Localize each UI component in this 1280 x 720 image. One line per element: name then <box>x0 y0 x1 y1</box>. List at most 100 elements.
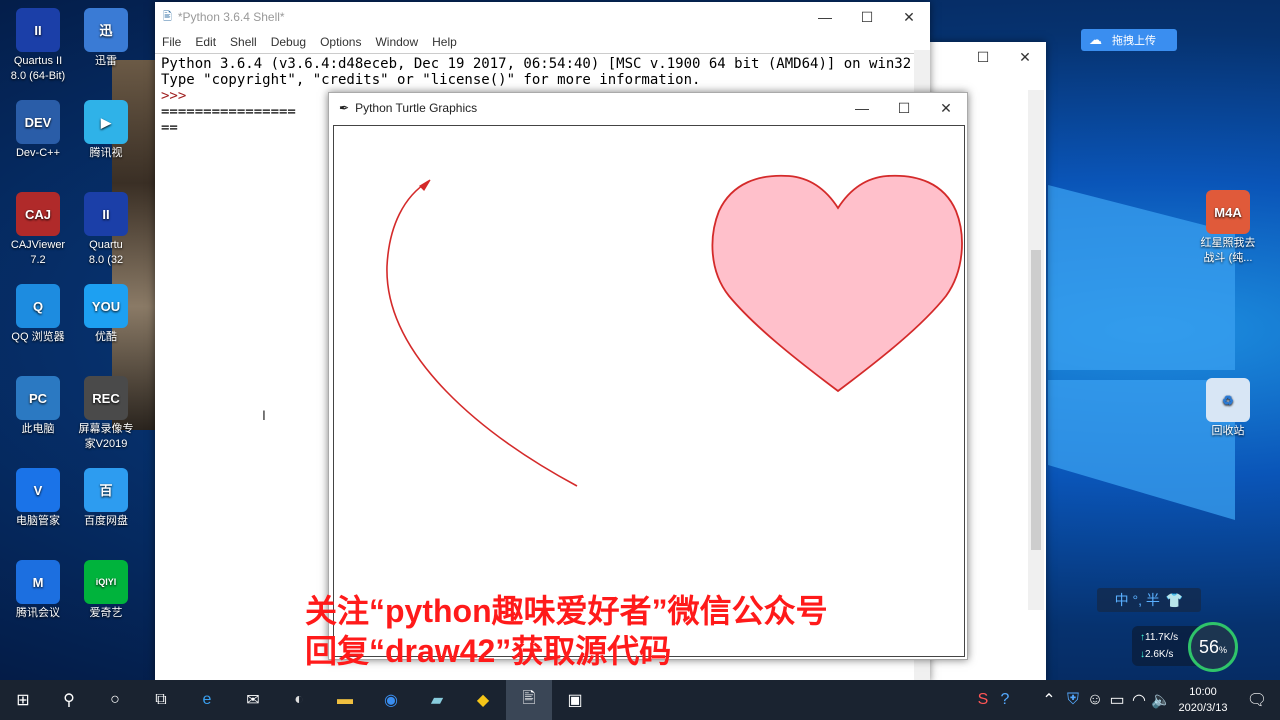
help-icon[interactable]: ? <box>994 680 1016 720</box>
search-icon[interactable]: ⚲ <box>46 680 92 720</box>
desktop-icon-label: Dev-C++ <box>15 147 61 159</box>
caption-line-2: 回复“draw42”获取源代码 <box>305 633 672 669</box>
menu-item-help[interactable]: Help <box>425 35 464 49</box>
desktop-icon[interactable]: M4A 红星照我去战斗 (纯... <box>1190 190 1266 266</box>
app-icon: II <box>16 8 60 52</box>
desktop-icon-label: Quartu <box>89 239 123 251</box>
windows-start-icon[interactable]: ⊞ <box>0 680 46 720</box>
desktop-icon[interactable]: CAJ CAJViewer 7.2 <box>0 192 76 268</box>
minimize-icon[interactable]: — <box>841 93 883 123</box>
desktop-icon-label-2: 7.2 <box>30 254 46 266</box>
desktop-icon[interactable]: M 腾讯会议 <box>0 560 76 621</box>
desktop-icon[interactable]: REC 屏幕录像专 家V2019 <box>68 376 144 452</box>
minimize-icon[interactable]: — <box>804 2 846 32</box>
desktop-icon[interactable]: 百百度网盘 <box>68 468 144 529</box>
close-icon[interactable]: ✕ <box>1004 42 1046 72</box>
app-icon: ▶ <box>84 100 128 144</box>
desktop-icon-label-2: 8.0 (32 <box>88 254 124 266</box>
menu-item-options[interactable]: Options <box>313 35 368 49</box>
desktop-icon-label: Quartus II <box>13 55 63 67</box>
volume-icon[interactable]: 🔈 <box>1150 680 1172 720</box>
desktop-icon-label: 电脑管家 <box>16 515 60 527</box>
chevron-up-icon[interactable]: ⌃ <box>1036 680 1062 720</box>
scrollbar-thumb[interactable] <box>1031 250 1041 550</box>
task-view-icon[interactable]: ⧉ <box>138 680 184 720</box>
close-icon[interactable]: ✕ <box>925 93 967 123</box>
app-icon: PC <box>16 376 60 420</box>
python-taskbar-icon[interactable]: 🖹 <box>506 680 552 720</box>
qq-icon[interactable]: ☺ <box>1084 680 1106 720</box>
paint-icon[interactable]: ◐ <box>276 680 322 720</box>
battery-icon[interactable]: ▭ <box>1106 680 1128 720</box>
notification-icon[interactable]: 🗨 <box>1234 680 1280 720</box>
desktop-icon[interactable]: ♻ 回收站 <box>1190 378 1266 439</box>
wifi-icon[interactable]: ◠ <box>1128 680 1150 720</box>
maximize-icon[interactable]: ☐ <box>846 2 888 32</box>
turtle-graphics-window[interactable]: ✒ Python Turtle Graphics — ☐ ✕ <box>328 92 968 660</box>
menu-bar: File Edit Shell Debug Options Window Help <box>155 32 930 52</box>
app-icon: DEV <box>16 100 60 144</box>
arrow-shaft <box>386 180 578 487</box>
desktop-icon-label-2: 战斗 (纯... <box>1203 252 1253 264</box>
menu-item-file[interactable]: File <box>155 35 188 49</box>
python-icon: 🖹 <box>163 10 172 23</box>
app-icon: V <box>16 468 60 512</box>
scrollbar[interactable] <box>1028 90 1044 610</box>
desktop-icon[interactable]: Q QQ 浏览器 <box>0 284 76 345</box>
edge-icon[interactable]: e <box>184 680 230 720</box>
close-icon[interactable]: ✕ <box>888 2 930 32</box>
desktop-icon[interactable]: II Quartus II 8.0 (64-Bit) <box>0 8 76 84</box>
desktop-icon[interactable]: DEV Dev-C++ <box>0 100 76 161</box>
speed-widget[interactable]: ↑11.7K/s ↓2.6K/s 56% <box>1132 622 1240 672</box>
arrow-head <box>419 179 431 191</box>
desktop-icon-label: 优酷 <box>95 331 117 343</box>
shield-icon[interactable]: ⛨ <box>1062 680 1084 720</box>
turtle-canvas[interactable] <box>333 125 965 657</box>
baidu-upload-button[interactable]: ☁ 拖拽上传 <box>1081 29 1177 51</box>
maximize-icon[interactable]: ☐ <box>883 93 925 123</box>
clock[interactable]: 10:00 2020/3/13 <box>1172 684 1234 716</box>
desktop-icon-label-2: 家V2019 <box>84 438 128 450</box>
desktop-icon-label: 此电脑 <box>21 423 55 435</box>
shirt-icon: 👕 <box>1165 591 1184 608</box>
desktop-icon[interactable]: 迅迅雷 <box>68 8 144 69</box>
menu-item-shell[interactable]: Shell <box>223 35 264 49</box>
notes-icon[interactable]: ▰ <box>414 680 460 720</box>
desktop-icon[interactable]: PC 此电脑 <box>0 376 76 437</box>
turtle-drawing <box>386 174 963 487</box>
browser-icon[interactable]: ◉ <box>368 680 414 720</box>
app-icon: 迅 <box>84 8 128 52</box>
shell-line: Type "copyright", "credits" or "license(… <box>161 72 701 88</box>
sogou-icon[interactable]: S <box>972 680 994 720</box>
menu-item-debug[interactable]: Debug <box>264 35 313 49</box>
download-speed: 2.6K/s <box>1145 649 1174 660</box>
cortana-icon[interactable]: ○ <box>92 680 138 720</box>
recycle-bin-icon: ♻ <box>1206 378 1250 422</box>
desktop-icon-label: QQ 浏览器 <box>11 331 65 343</box>
m4a-file-icon: M4A <box>1206 190 1250 234</box>
app-yellow-icon[interactable]: ◆ <box>460 680 506 720</box>
recorder-icon[interactable]: ▣ <box>552 680 598 720</box>
desktop-icon[interactable]: iQIYI 爱奇艺 <box>68 560 144 621</box>
memory-percent: 56 <box>1198 636 1219 657</box>
mail-icon[interactable]: ✉ <box>230 680 276 720</box>
desktop-icon-label: 红星照我去 <box>1200 237 1256 249</box>
turtle-titlebar[interactable]: ✒ Python Turtle Graphics — ☐ ✕ <box>329 93 967 123</box>
shell-titlebar[interactable]: 🖹 *Python 3.6.4 Shell* — ☐ ✕ <box>155 2 930 32</box>
desktop-icon[interactable]: V 电脑管家 <box>0 468 76 529</box>
desktop-icon[interactable]: YOU 优酷 <box>68 284 144 345</box>
maximize-icon[interactable]: ☐ <box>962 42 1004 72</box>
window-title: *Python 3.6.4 Shell* <box>177 10 285 24</box>
menu-item-window[interactable]: Window <box>368 35 425 49</box>
app-icon: YOU <box>84 284 128 328</box>
feather-icon: ✒ <box>339 101 350 115</box>
menu-item-edit[interactable]: Edit <box>188 35 223 49</box>
desktop-icon[interactable]: ▶ 腾讯视 <box>68 100 144 161</box>
desktop-icon-label-2: 8.0 (64-Bit) <box>10 70 66 82</box>
ime-indicator[interactable]: 中 °, 半 👕 <box>1097 588 1201 612</box>
desktop-icon[interactable]: II Quartu 8.0 (32 <box>68 192 144 268</box>
clock-time: 10:00 <box>1189 686 1217 698</box>
file-explorer-icon[interactable]: ▬ <box>322 680 368 720</box>
desktop-icon-label: 爱奇艺 <box>89 607 123 619</box>
app-icon: 百 <box>84 468 128 512</box>
